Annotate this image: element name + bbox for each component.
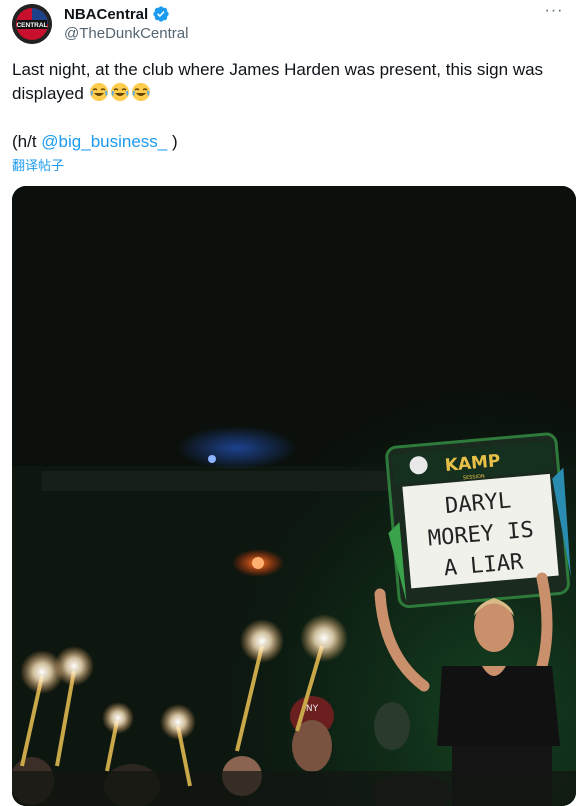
joy-emoji-icon (89, 82, 109, 102)
more-options-button[interactable]: ··· (540, 3, 568, 24)
hat-tip-prefix: (h/t (12, 132, 42, 151)
avatar[interactable]: CENTRAL (12, 4, 52, 44)
avatar-text: CENTRAL (16, 22, 47, 29)
display-name[interactable]: NBACentral (64, 6, 148, 23)
tweet-photo[interactable]: KAMP SESSION DARYL MOREY IS A LIAR NY (12, 186, 576, 806)
hat-tip-suffix: ) (167, 132, 178, 151)
translate-post-link[interactable]: 翻译帖子 (12, 155, 64, 174)
handle[interactable]: @TheDunkCentral (64, 25, 188, 42)
verified-badge-icon (152, 5, 170, 23)
joy-emoji-icon (110, 82, 130, 102)
joy-emoji-icon (131, 82, 151, 102)
cap-logo: NY (306, 704, 319, 714)
mention-link[interactable]: @big_business_ (41, 132, 167, 151)
stage-light (177, 426, 297, 470)
tweet-header: CENTRAL NBACentral @TheDunkCentral ··· (12, 3, 568, 44)
tweet-text: Last night, at the club where James Hard… (12, 58, 568, 154)
hat-tip: (h/t @big_business_ ) (12, 130, 568, 154)
